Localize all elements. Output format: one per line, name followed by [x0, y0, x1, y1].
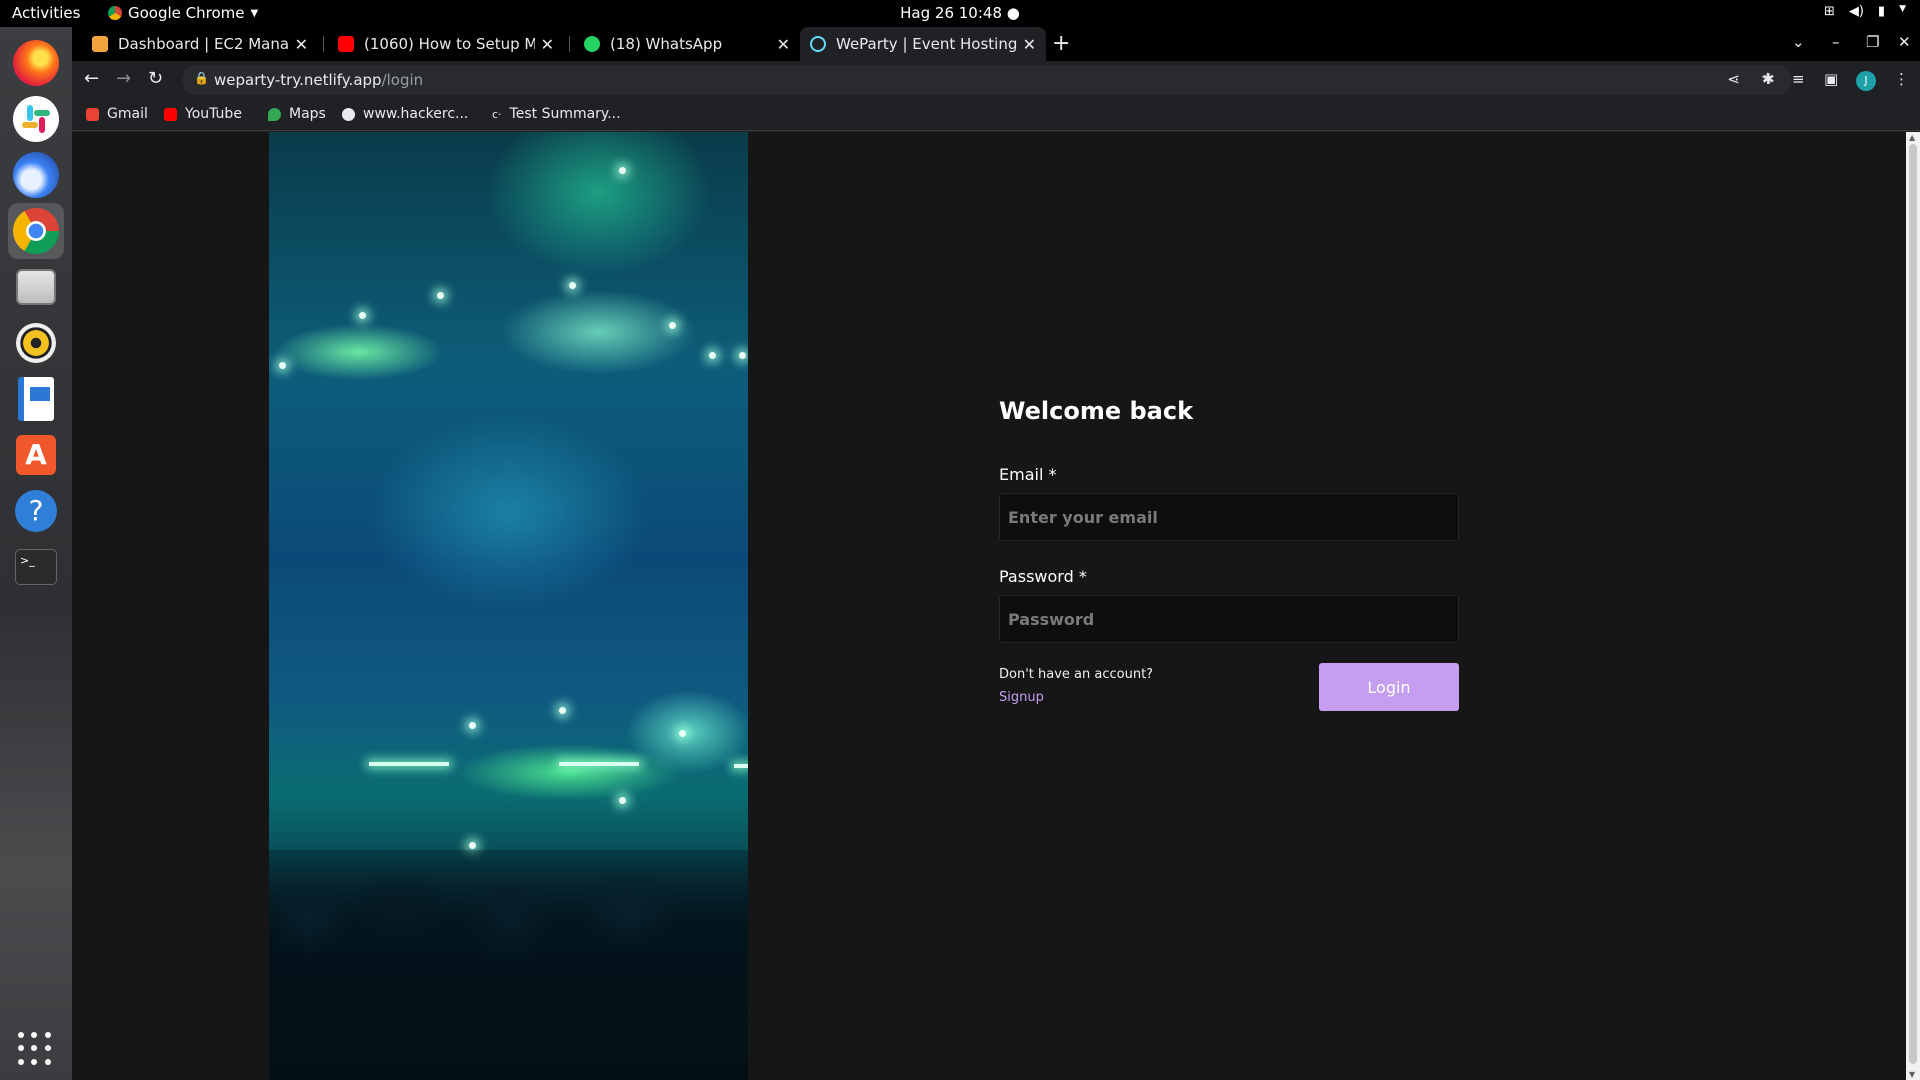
extensions-icon[interactable]: ✱	[1762, 70, 1775, 88]
youtube-icon	[164, 107, 177, 121]
aws-icon	[92, 36, 108, 52]
dock-writer[interactable]	[8, 371, 64, 427]
page-title: Welcome back	[999, 397, 1194, 425]
rhythmbox-icon	[16, 323, 56, 363]
system-tray[interactable]: ⊞ ◀) ▮ ▼	[1824, 4, 1906, 19]
bookmarks-bar: Gmail YouTube Maps www.hackerc... c· Tes…	[72, 99, 1920, 131]
bookmark-test-summary[interactable]: c· Test Summary...	[492, 106, 621, 122]
notification-dot-icon: ●	[1006, 4, 1020, 22]
dock-files[interactable]	[8, 259, 64, 315]
gmail-icon	[86, 107, 99, 121]
form-footer: Don't have an account? Signup Login	[999, 663, 1459, 723]
close-icon[interactable]: ✕	[295, 35, 308, 54]
dock-firefox[interactable]	[8, 35, 64, 91]
close-icon[interactable]: ✕	[541, 35, 554, 54]
clock[interactable]: Hag 26 10:48 ●	[0, 4, 1920, 22]
bookmark-youtube[interactable]: YouTube	[164, 106, 242, 122]
dock-software[interactable]: A	[8, 427, 64, 483]
youtube-icon	[338, 36, 354, 52]
chrome-icon	[13, 208, 59, 254]
page-scrollbar[interactable]: ▲ ▼	[1906, 132, 1920, 1080]
files-icon	[16, 269, 56, 305]
volume-icon: ◀)	[1848, 4, 1864, 19]
scrollbar-thumb[interactable]	[1909, 144, 1917, 1064]
dock-slack[interactable]	[8, 91, 64, 147]
email-field[interactable]	[999, 493, 1459, 541]
email-label: Email *	[999, 465, 1057, 484]
whatsapp-icon	[584, 36, 600, 52]
dock-help[interactable]: ?	[8, 483, 64, 539]
slack-icon	[13, 96, 59, 142]
share-icon[interactable]: ⋖	[1727, 70, 1740, 88]
forward-button[interactable]: →	[116, 68, 131, 89]
browser-window: Dashboard | EC2 Managem ✕ (1060) How to …	[72, 27, 1920, 1080]
bookmark-hackerrank[interactable]: www.hackerc...	[342, 106, 468, 122]
new-tab-button[interactable]: +	[1052, 31, 1070, 56]
tab-ec2-dashboard[interactable]: Dashboard | EC2 Managem ✕	[82, 27, 318, 61]
login-button[interactable]: Login	[1319, 663, 1459, 711]
side-panel-icon[interactable]: ▣	[1824, 70, 1838, 88]
help-icon: ?	[15, 490, 57, 532]
lock-icon: 🔒	[194, 71, 209, 85]
close-window-button[interactable]: ✕	[1898, 33, 1911, 51]
menu-kebab-icon[interactable]: ⋮	[1894, 70, 1909, 88]
thunderbird-icon	[13, 152, 59, 198]
software-center-icon: A	[16, 435, 56, 475]
profile-avatar[interactable]: J	[1856, 71, 1876, 91]
no-account-text: Don't have an account?	[999, 667, 1154, 682]
tab-search-button[interactable]: ⌄	[1792, 33, 1805, 51]
dock-terminal[interactable]: >_	[8, 539, 64, 595]
react-icon	[810, 36, 826, 52]
address-bar[interactable]: 🔒 weparty-try.netlify.app/login ⋖ ☆	[182, 65, 1792, 95]
browser-toolbar: ← → ↻ 🔒 weparty-try.netlify.app/login ⋖ …	[72, 61, 1920, 99]
dock-chrome[interactable]	[8, 203, 64, 259]
bookmark-maps[interactable]: Maps	[268, 106, 326, 122]
dock-thunderbird[interactable]	[8, 147, 64, 203]
scroll-down-arrow-icon[interactable]: ▼	[1909, 1070, 1915, 1079]
show-applications-button[interactable]	[18, 1032, 52, 1066]
password-field[interactable]	[999, 595, 1459, 643]
link-icon: c·	[492, 107, 502, 121]
close-icon[interactable]: ✕	[777, 35, 790, 54]
reload-button[interactable]: ↻	[148, 68, 163, 89]
page-viewport: Welcome back Email * Password * Don't ha…	[72, 132, 1920, 1080]
network-icon: ⊞	[1823, 4, 1835, 19]
url-text: weparty-try.netlify.app/login	[214, 71, 424, 89]
tab-youtube[interactable]: (1060) How to Setup Mon ✕	[328, 27, 564, 61]
bookmark-gmail[interactable]: Gmail	[86, 106, 148, 122]
scroll-up-arrow-icon[interactable]: ▲	[1909, 133, 1915, 142]
password-label: Password *	[999, 567, 1087, 586]
minimize-button[interactable]: –	[1832, 33, 1840, 51]
dock-rhythmbox[interactable]	[8, 315, 64, 371]
terminal-icon: >_	[15, 549, 57, 585]
battery-icon: ▮	[1877, 4, 1886, 19]
firefox-icon	[13, 40, 59, 86]
signup-link[interactable]: Signup	[999, 690, 1044, 705]
chevron-down-icon: ▼	[1899, 4, 1906, 14]
close-icon[interactable]: ✕	[1023, 35, 1036, 54]
globe-icon	[342, 107, 355, 121]
dock: A ? >_	[0, 27, 72, 1080]
maps-icon	[268, 107, 281, 121]
tab-whatsapp[interactable]: (18) WhatsApp ✕	[574, 27, 800, 61]
concert-hero-image	[269, 132, 748, 1080]
tab-weparty[interactable]: WeParty | Event Hosting S ✕	[800, 27, 1046, 61]
maximize-button[interactable]: ❐	[1866, 33, 1879, 51]
media-controls-icon[interactable]: ≡	[1792, 70, 1805, 88]
writer-icon	[18, 377, 54, 421]
tab-strip: Dashboard | EC2 Managem ✕ (1060) How to …	[72, 27, 1920, 61]
login-form: Welcome back Email * Password * Don't ha…	[999, 397, 1459, 723]
system-top-bar: Activities Google Chrome ▼ Hag 26 10:48 …	[0, 0, 1920, 27]
back-button[interactable]: ←	[84, 68, 99, 89]
